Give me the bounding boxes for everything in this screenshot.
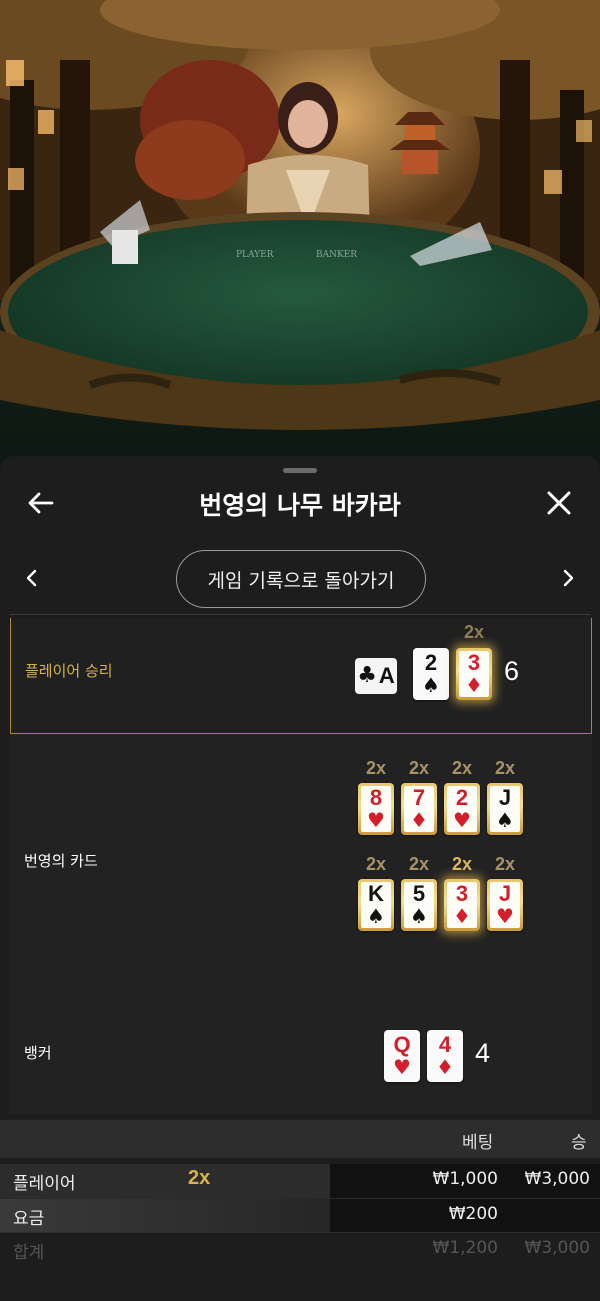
card-multiplier: 2x [408,758,430,778]
win-amount: ₩3,000 [524,1238,590,1258]
fortune-card-top-3: 2 ♥ [444,783,480,835]
card-suit: ♠ [367,904,385,928]
row-label: 합계 [13,1243,45,1263]
card-rank: 7 [412,785,426,810]
divider [10,614,590,615]
game-result-panel: 번영의 나무 바카라 게임 기록으로 돌아가기 플레이어 승리 ♣ A 2 ♠ … [0,456,600,1301]
bet-amount: ₩1,200 [432,1238,498,1258]
banker-total: 4 [475,1038,491,1068]
card-rank: 3 [467,650,481,675]
fortune-cards-row: 번영의 카드 2x 8 ♥ 2x 7 ♦ 2x 2 ♥ 2x J ♠ 2x K … [10,734,592,1020]
card-rank: 8 [369,785,383,810]
previous-round-button[interactable] [18,564,44,592]
dealer-table-scene: PLAYER BANKER [0,0,600,470]
banker-result-row: 뱅커 Q ♥ 4 ♦ 4 [10,1020,592,1114]
card-suit: ♠ [410,904,428,928]
bet-amount: ₩1,000 [432,1169,498,1189]
back-to-history-button[interactable]: 게임 기록으로 돌아가기 [176,550,426,608]
next-round-button[interactable] [556,564,582,592]
card-rank: J [498,881,512,906]
row-label: 플레이어 [13,1174,76,1194]
fortune-card-top-1: 8 ♥ [358,783,394,835]
card-multiplier: 2x [494,854,516,874]
fortune-card-bottom-2: 5 ♠ [401,879,437,931]
table-header: 베팅 승 [0,1120,600,1158]
column-header-win: 승 [571,1133,587,1153]
card-multiplier: 2x [365,854,387,874]
card-player-3: 3 ♦ [456,648,492,700]
card-suit: ♦ [410,808,428,832]
card-rank: Q [393,1032,411,1057]
card-rank: K [368,881,384,906]
column-header-bet: 베팅 [462,1133,494,1153]
fortune-card-bottom-3: 3 ♦ [444,879,480,931]
row-multiplier: 2x [188,1167,211,1189]
card-suit: ♣ [357,663,377,688]
card-suit: ♥ [367,808,385,832]
card-suit: ♠ [422,673,440,697]
fortune-cards-label: 번영의 카드 [24,852,98,870]
card-multiplier: 2x [494,758,516,778]
bet-amount: ₩200 [448,1204,498,1224]
card-rank: 5 [412,881,426,906]
table-marking-player: PLAYER [236,250,274,260]
card-multiplier: 2x [451,758,473,778]
card-suit: ♦ [436,1055,454,1079]
close-button[interactable] [540,484,578,522]
card-rank: 2 [455,785,469,810]
card-multiplier: 2x [408,854,430,874]
player-result-row: 플레이어 승리 ♣ A 2 ♠ 2x 3 ♦ 6 [10,618,592,734]
card-suit: ♥ [453,808,471,832]
fortune-card-bottom-1: K ♠ [358,879,394,931]
card-suit: ♥ [496,904,514,928]
banker-label: 뱅커 [24,1044,52,1062]
card-rank: A [378,663,395,688]
table-marking-banker: BANKER [316,250,357,260]
table-row: 플레이어 2x ₩1,000 ₩3,000 [0,1164,600,1198]
close-icon [547,491,571,515]
card-rank: 3 [455,881,469,906]
chevron-right-icon [563,569,574,587]
player-win-label: 플레이어 승리 [25,662,113,680]
page-title: 번영의 나무 바카라 [199,491,401,520]
table-row: 요금 ₩200 [0,1198,600,1233]
live-video-feed: PLAYER BANKER [0,0,600,470]
card-player-1: ♣ A [355,658,397,694]
fortune-card-bottom-4: J ♥ [487,879,523,931]
player-total: 6 [504,656,520,686]
card-banker-1: Q ♥ [384,1030,420,1082]
card-suit: ♥ [393,1055,411,1079]
card-suit: ♠ [496,808,514,832]
card-suit: ♦ [453,904,471,928]
card-rank: 2 [424,650,438,675]
card-multiplier: 2x [365,758,387,778]
card-rank: 4 [438,1032,452,1057]
chevron-left-icon [26,569,37,587]
card-multiplier: 2x [463,622,485,642]
fortune-card-top-4: J ♠ [487,783,523,835]
card-banker-2: 4 ♦ [427,1030,463,1082]
card-multiplier: 2x [451,854,473,874]
card-rank: J [498,785,512,810]
row-label: 요금 [13,1209,45,1229]
drag-handle[interactable] [283,468,317,473]
table-row-total: 합계 ₩1,200 ₩3,000 [0,1232,600,1267]
win-amount: ₩3,000 [524,1169,590,1189]
card-suit: ♦ [465,673,483,697]
fortune-card-top-2: 7 ♦ [401,783,437,835]
card-player-2: 2 ♠ [413,648,449,700]
